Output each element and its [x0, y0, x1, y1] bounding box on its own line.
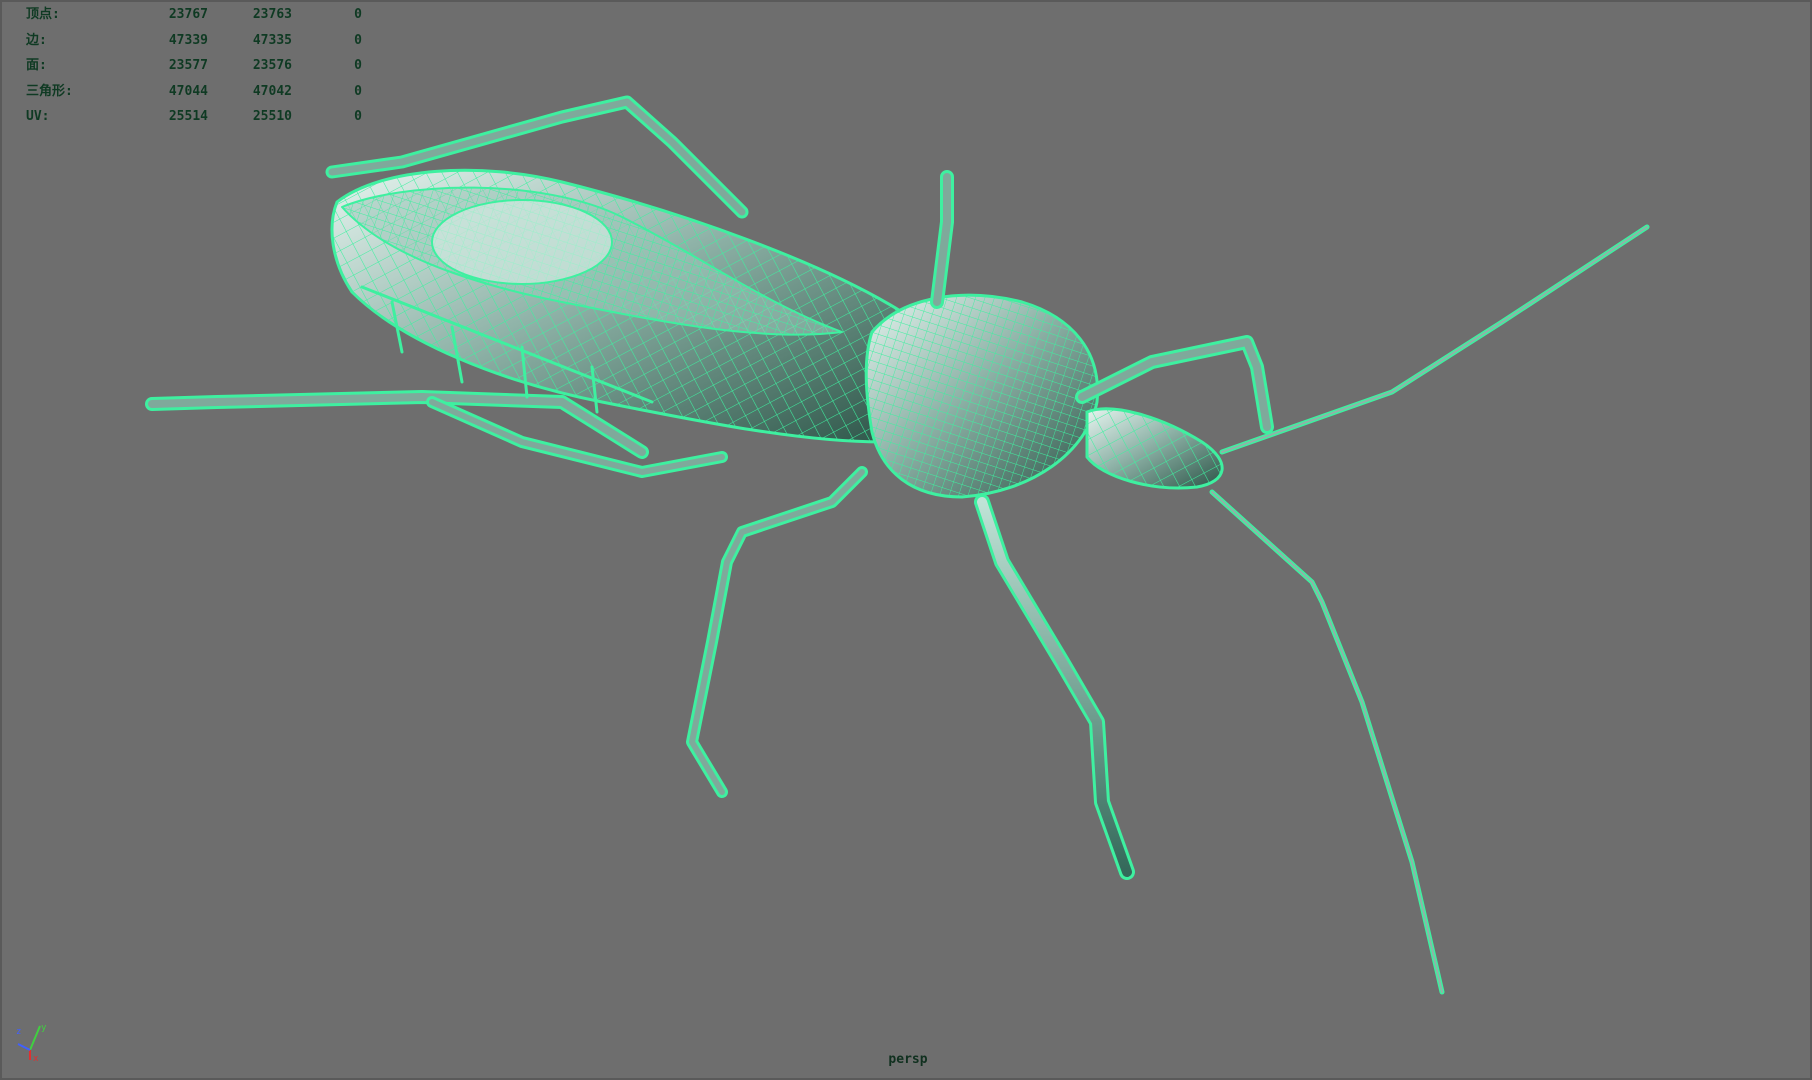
hud-label: UV:: [26, 109, 50, 124]
poly-count-hud: 顶点: 23767 23763 0 边: 47339 47335 0 面: 23…: [26, 2, 364, 130]
hud-value: 23763: [252, 7, 292, 22]
insect-body-group: [145, 95, 1650, 995]
hud-value: 25510: [252, 109, 292, 124]
hud-row-faces: 面: 23577 23576 0: [26, 53, 364, 79]
wing-spot: [431, 199, 613, 285]
hud-value: 23576: [252, 58, 292, 73]
hud-row-uvs: UV: 25514 25510 0: [26, 104, 364, 130]
antenna-upper: [1219, 224, 1650, 455]
hud-value: 47339: [168, 32, 208, 48]
hud-label: 顶点:: [26, 7, 60, 22]
antenna-lower: [1209, 489, 1445, 995]
hud-value: 47042: [252, 83, 292, 99]
axis-y-line: [29, 1025, 41, 1051]
hud-value: 0: [354, 32, 362, 48]
hud-value: 0: [354, 58, 362, 73]
camera-name-label: persp: [888, 1052, 928, 1067]
hud-label: 三角形:: [26, 83, 73, 99]
hud-value: 25514: [168, 109, 208, 124]
svg-text:y: y: [41, 1023, 47, 1033]
axis-z-line: [17, 1043, 31, 1051]
hud-value: 47044: [168, 83, 208, 99]
insect-wireframe-model[interactable]: [2, 2, 1812, 1080]
hud-value: 0: [354, 7, 362, 22]
hud-value: 0: [354, 83, 362, 99]
svg-text:z: z: [16, 1027, 21, 1037]
hud-value: 47335: [252, 32, 292, 48]
hud-row-vertices: 顶点: 23767 23763 0: [26, 2, 364, 28]
hud-label: 边:: [26, 32, 47, 48]
hud-row-triangles: 三角形: 47044 47042 0: [26, 79, 364, 105]
perspective-viewport[interactable]: 顶点: 23767 23763 0 边: 47339 47335 0 面: 23…: [0, 0, 1812, 1080]
hud-value: 23577: [168, 58, 208, 73]
hud-label: 面:: [26, 58, 47, 73]
hud-row-edges: 边: 47339 47335 0: [26, 28, 364, 54]
hud-value: 23767: [168, 7, 208, 22]
hud-value: 0: [354, 109, 362, 124]
